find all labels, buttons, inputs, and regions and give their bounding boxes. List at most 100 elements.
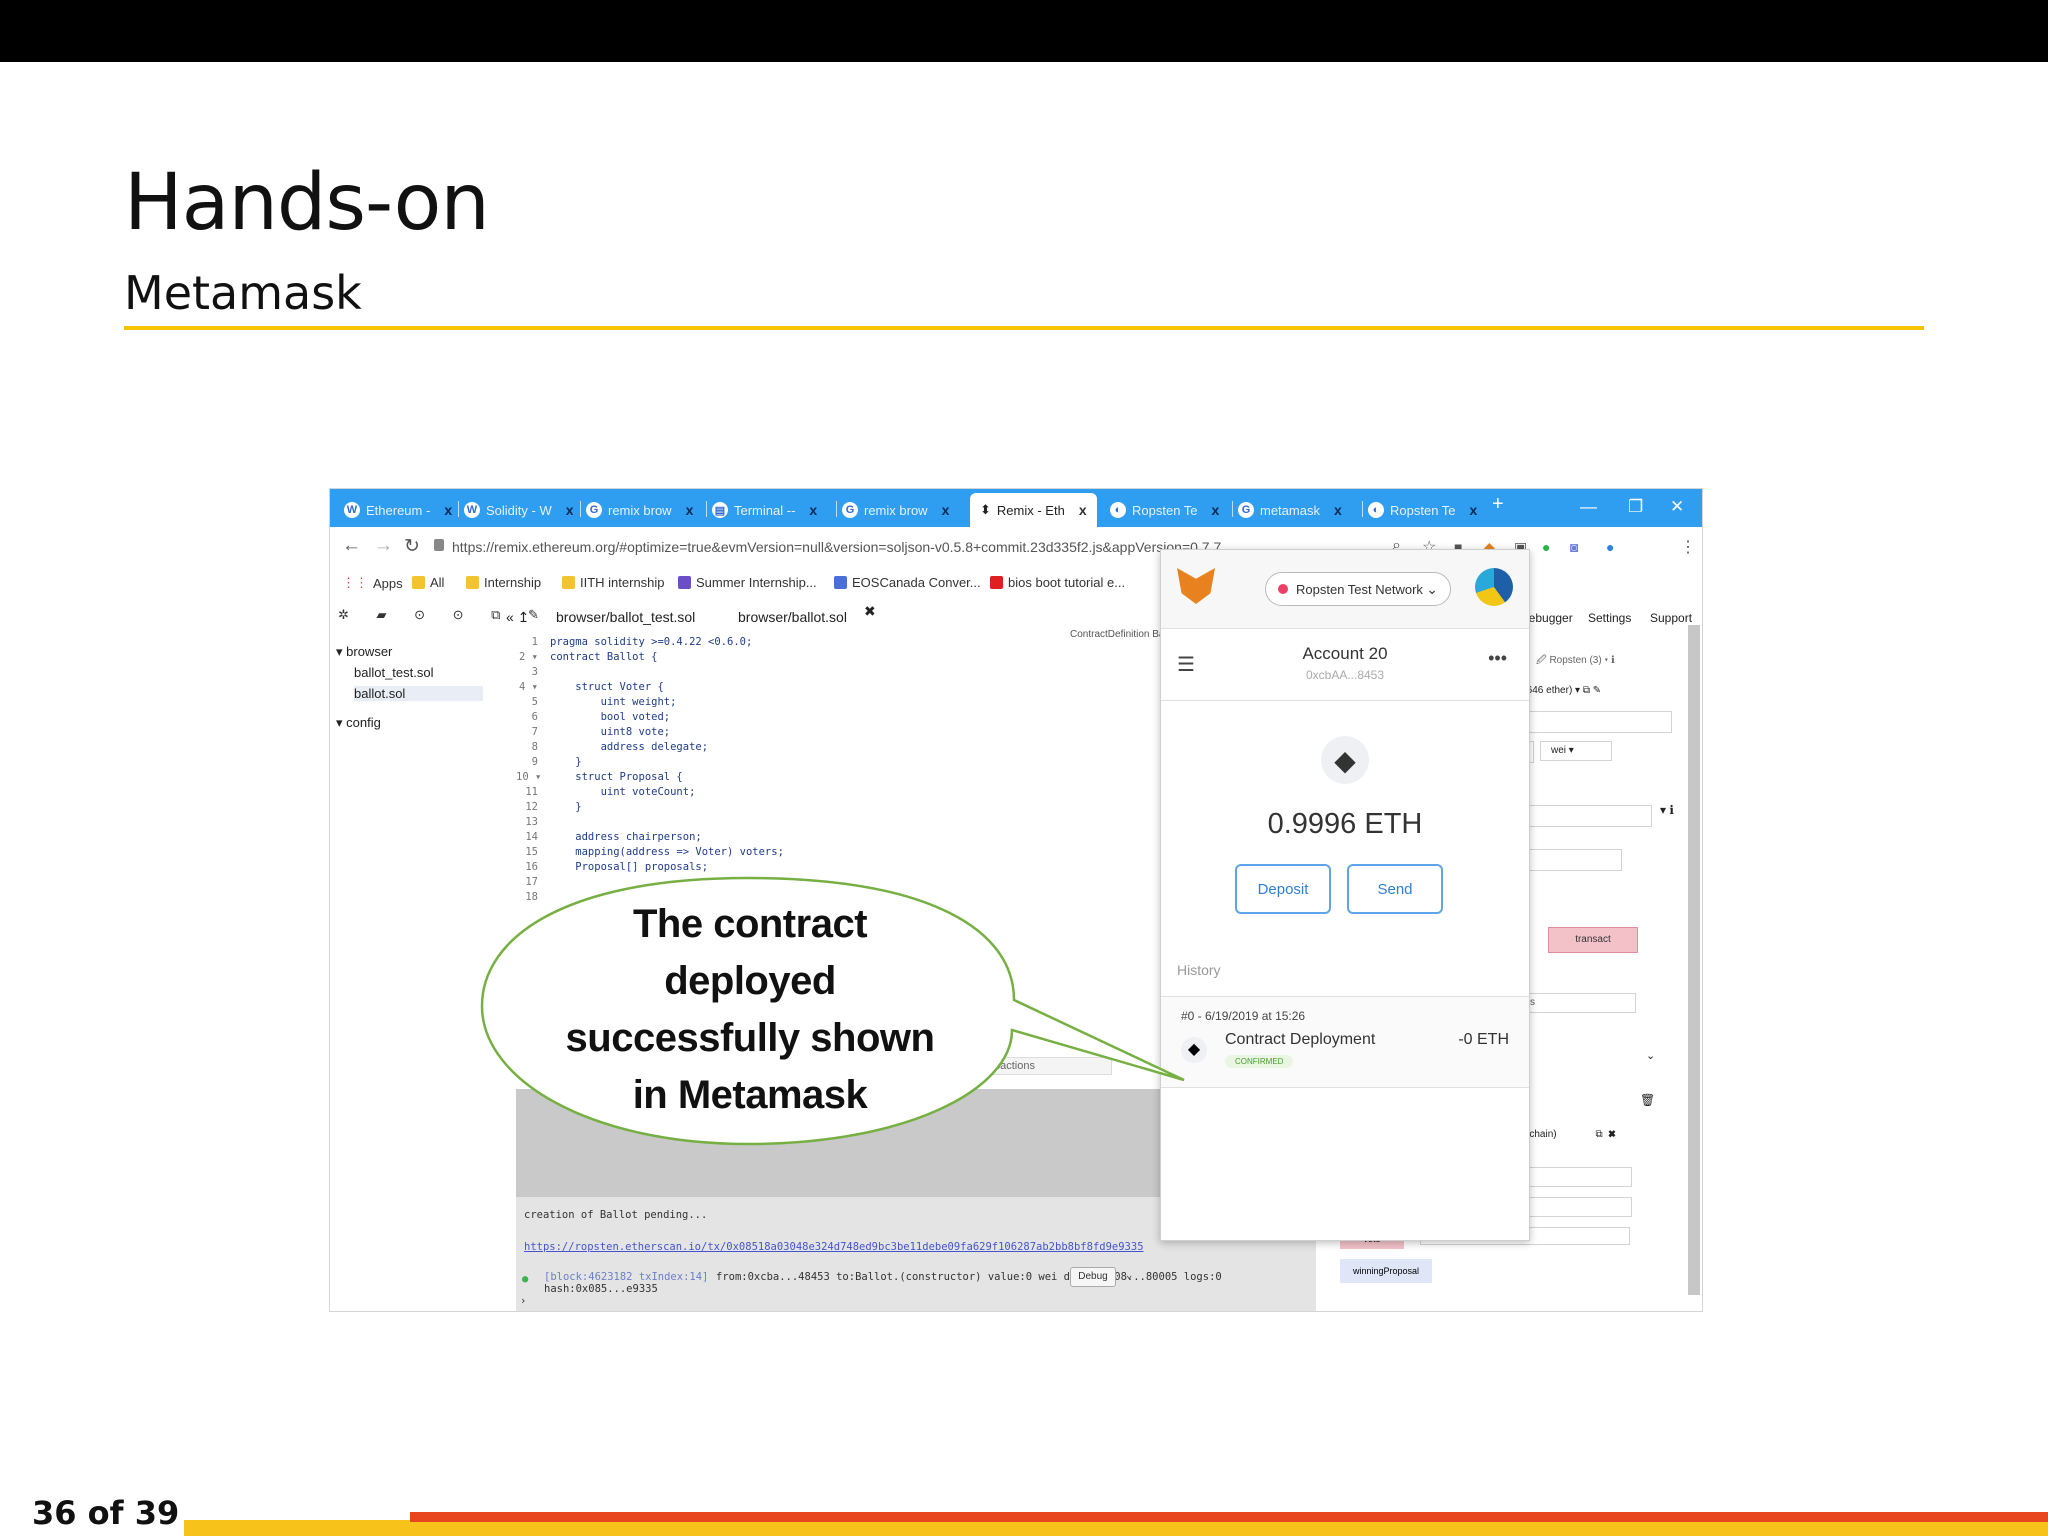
code-line: 8 address delegate; — [516, 740, 1066, 755]
line-number: 14 — [525, 831, 538, 843]
terminal-block: [block:4623182 txIndex:14] — [544, 1271, 709, 1283]
window-close-icon[interactable]: ✕ — [1670, 497, 1684, 517]
network-status-dot — [1278, 584, 1288, 594]
eth-balance: 0.9996 ETH — [1267, 808, 1423, 840]
account-avatar[interactable] — [1475, 568, 1513, 606]
code-text: uint voteCount; — [550, 786, 696, 798]
trash-icon[interactable]: 🗑 — [1640, 1093, 1655, 1107]
close-icon[interactable]: x — [809, 502, 817, 518]
chevron-down-icon[interactable]: ⌄ — [1646, 1049, 1655, 1062]
chevron-down-icon: ⌄ — [1426, 581, 1438, 597]
panel-tab-support[interactable]: Support — [1650, 611, 1692, 625]
close-icon[interactable]: x — [1334, 502, 1342, 518]
terminal-hash: hash:0x085...e9335 — [544, 1283, 658, 1295]
ethereum-icon: ◆ — [1181, 1037, 1207, 1063]
grammarly-icon[interactable]: ● — [1542, 539, 1550, 555]
folder-config[interactable]: ▾ config — [336, 712, 483, 733]
panel-tab-settings[interactable]: Settings — [1588, 611, 1631, 625]
debug-button[interactable]: Debug — [1070, 1267, 1116, 1287]
browser-tab[interactable]: Gremix brow x — [586, 493, 693, 527]
bookmark-item[interactable]: EOSCanada Conver... — [834, 575, 981, 590]
etherscan-link[interactable]: https://ropsten.etherscan.io/tx/0x08518a… — [524, 1241, 1144, 1253]
forward-icon[interactable]: → — [374, 535, 393, 557]
lock-icon — [434, 539, 444, 551]
new-tab-button[interactable]: + — [1492, 493, 1504, 516]
bookmark-item[interactable]: Summer Internship... — [678, 575, 817, 590]
line-number: 11 — [525, 786, 538, 798]
folder-icon — [562, 576, 575, 589]
profile-icon[interactable]: ● — [1606, 539, 1614, 555]
chevron-down-icon[interactable]: ⌄ — [1126, 1269, 1132, 1281]
file-item[interactable]: ballot_test.sol — [336, 662, 483, 683]
browser-tab[interactable]: Gmetamask x — [1238, 493, 1342, 527]
scrollbar[interactable] — [1688, 625, 1700, 1295]
line-number: 1 — [531, 636, 538, 648]
callout-text: The contract deployed successfully shown… — [565, 902, 935, 1117]
browser-tab[interactable]: ◐ Ropsten Te x — [1368, 493, 1477, 527]
browser-tab[interactable]: W Ethereum - x — [344, 493, 452, 527]
close-icon[interactable]: x — [942, 502, 950, 518]
close-icon[interactable]: x — [566, 502, 574, 518]
folder-browser[interactable]: ▾ browser — [336, 641, 483, 662]
close-icon[interactable]: x — [686, 502, 694, 518]
line-number: 5 — [531, 696, 538, 708]
code-line: 11 uint voteCount; — [516, 785, 1066, 800]
bookmark-folder[interactable]: Internship — [466, 575, 541, 590]
network-select[interactable]: 🖉 Ropsten (3) ▾ ℹ — [1536, 653, 1615, 670]
code-text: bool voted; — [550, 711, 671, 723]
editor-tab[interactable]: browser/ballot_test.sol — [556, 609, 695, 625]
reload-icon[interactable]: ↻ — [404, 535, 420, 558]
unit-select[interactable]: wei ▾ — [1540, 741, 1612, 761]
close-icon[interactable]: x — [444, 502, 452, 518]
browser-tab[interactable]: ◐ Ropsten Te x — [1110, 493, 1219, 527]
tx-name: Contract Deployment — [1225, 1031, 1376, 1048]
close-icon[interactable]: x — [1470, 502, 1478, 518]
success-check-icon: ● — [522, 1273, 529, 1285]
winning-proposal-button[interactable]: winningProposal — [1340, 1259, 1432, 1283]
account-address[interactable]: 0xcbAA...8453 — [1161, 668, 1529, 682]
account-name[interactable]: Account 20 — [1161, 644, 1529, 664]
footer-bar-orange — [410, 1512, 2048, 1522]
line-number: 16 — [525, 861, 538, 873]
title-underline — [124, 326, 1924, 330]
browser-tab-active[interactable]: ⬍ Remix - Eth x — [970, 493, 1097, 527]
minimize-icon[interactable]: — — [1580, 497, 1597, 517]
network-dropdown[interactable]: Ropsten Test Network ⌄ — [1265, 572, 1451, 606]
camera-icon[interactable]: ◙ — [1570, 539, 1578, 555]
bookmark-apps[interactable]: ⋮⋮ Apps — [342, 575, 403, 591]
file-item-selected[interactable]: ballot.sol — [354, 686, 484, 701]
close-icon[interactable]: x — [1212, 502, 1220, 518]
search-transactions-input[interactable]: ch transactions — [950, 1057, 1112, 1075]
url-field[interactable]: https://remix.ethereum.org/#optimize=tru… — [452, 539, 1221, 555]
folder-icon — [466, 576, 479, 589]
restore-icon[interactable]: ❐ — [1628, 497, 1643, 517]
terminal-prompt[interactable]: › — [520, 1295, 526, 1307]
close-icon[interactable]: ✖ — [864, 603, 876, 620]
code-line: 12 } — [516, 800, 1066, 815]
info-icon[interactable]: ▾ ℹ — [1660, 803, 1674, 817]
menu-kebab-icon[interactable]: ⋮ — [1680, 537, 1696, 557]
send-button[interactable]: Send — [1347, 864, 1443, 914]
bookmark-item[interactable]: bios boot tutorial e... — [990, 575, 1125, 590]
code-line: 14 address chairperson; — [516, 830, 1066, 845]
collapse-icon[interactable]: « ↥ — [506, 609, 529, 626]
code-line: 5 uint weight; — [516, 695, 1066, 710]
line-number: 13 — [525, 816, 538, 828]
editor-tab-active[interactable]: browser/ballot.sol — [738, 609, 847, 625]
code-line: 16 Proposal[] proposals; — [516, 860, 1066, 875]
page-number: 36 of 39 — [32, 1494, 180, 1532]
code-line: 17 — [516, 875, 1066, 890]
code-text: struct Proposal { — [550, 771, 683, 783]
line-number: 2 ▾ — [519, 651, 538, 663]
back-icon[interactable]: ← — [342, 535, 361, 557]
close-icon[interactable]: x — [1079, 502, 1087, 518]
browser-tab[interactable]: Gremix brow x — [842, 493, 949, 527]
bookmark-folder[interactable]: All — [412, 575, 444, 590]
browser-tab[interactable]: ▤ Terminal -- x — [712, 493, 817, 527]
bookmark-folder[interactable]: IITH internship — [562, 575, 665, 590]
transact-button[interactable]: transact — [1548, 927, 1638, 953]
browser-tab[interactable]: W Solidity - Wx — [464, 493, 574, 527]
more-options-icon[interactable]: ••• — [1488, 648, 1507, 669]
transaction-item[interactable]: #0 - 6/19/2019 at 15:26 ◆ Contract Deplo… — [1161, 996, 1529, 1088]
deposit-button[interactable]: Deposit — [1235, 864, 1331, 914]
